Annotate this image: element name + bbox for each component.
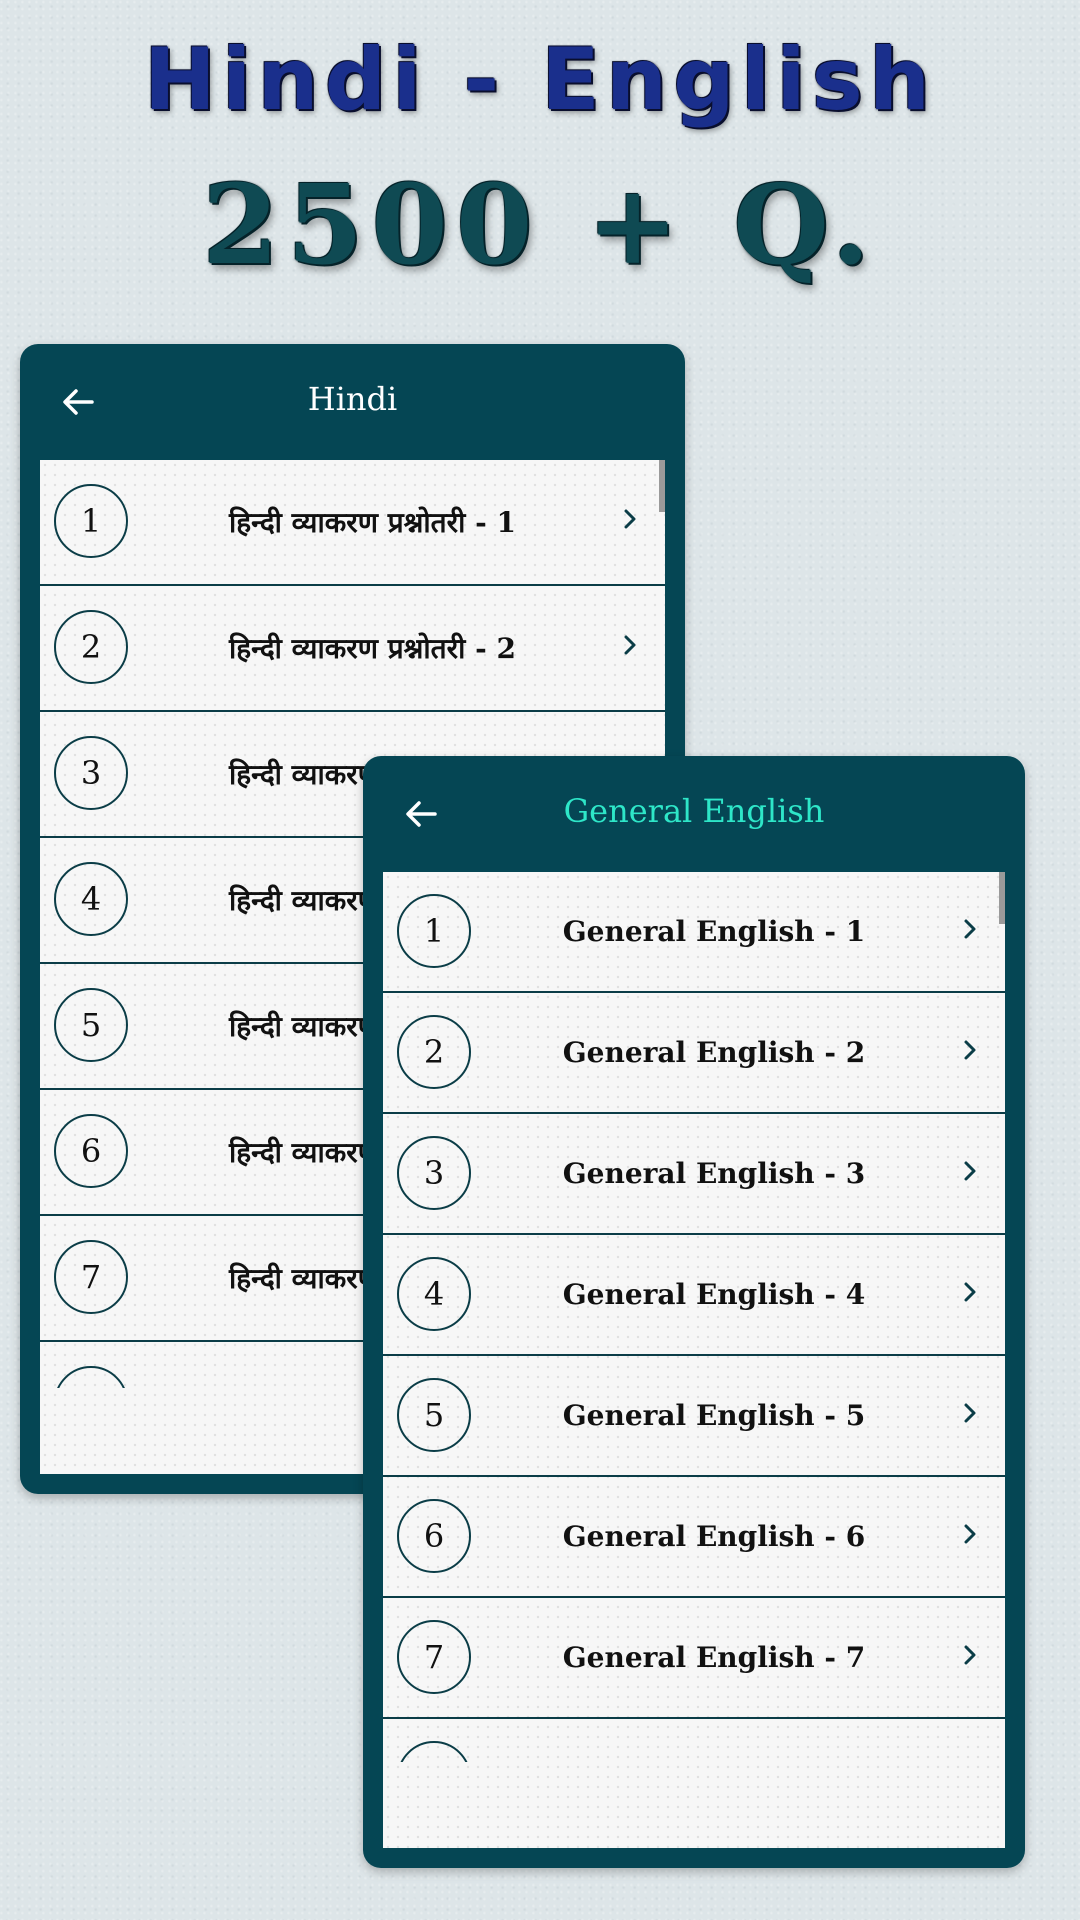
item-number-badge: 6 [397, 1499, 471, 1573]
chevron-right-icon [964, 1524, 976, 1544]
chevron-right-icon [964, 919, 976, 939]
hindi-list-scrollbar[interactable] [659, 460, 665, 512]
list-item[interactable]: 2 हिन्दी व्याकरण प्रश्नोतरी - 2 [40, 586, 665, 712]
item-number-badge: 2 [397, 1015, 471, 1089]
item-number-badge: 1 [397, 894, 471, 968]
item-number-badge: 3 [54, 736, 128, 810]
item-label: General English - 3 [562, 1157, 866, 1190]
chevron-right-icon [964, 1645, 976, 1665]
english-list-scrollbar[interactable] [999, 872, 1005, 924]
english-screen-title: General English [563, 792, 825, 830]
chevron-right-icon [624, 509, 636, 529]
item-label: General English - 1 [562, 915, 866, 948]
item-label: General English - 5 [562, 1399, 866, 1432]
item-number-badge: 8 [397, 1741, 471, 1762]
english-screen: General English 1 General English - 1 2 Gen… [363, 756, 1025, 1868]
item-label: हिन्दी व्याकरण प्रश्नोतरी - 1 [229, 506, 516, 539]
promo-title: Hindi - English [143, 30, 937, 130]
english-app-bar: General English [363, 756, 1025, 872]
list-item[interactable]: 4 General English - 4 [383, 1235, 1005, 1356]
promo-question-count: 2500 + Q. [202, 160, 878, 289]
item-number-badge: 2 [54, 610, 128, 684]
list-item[interactable]: 5 General English - 5 [383, 1356, 1005, 1477]
chevron-right-icon [964, 1161, 976, 1181]
list-item[interactable]: 1 General English - 1 [383, 872, 1005, 993]
list-item[interactable]: 6 General English - 6 [383, 1477, 1005, 1598]
item-number-badge: 7 [54, 1240, 128, 1314]
chevron-right-icon [624, 635, 636, 655]
item-number-badge: 5 [54, 988, 128, 1062]
list-item[interactable]: 8 General English - 8 [383, 1719, 1005, 1762]
item-number-badge: 3 [397, 1136, 471, 1210]
list-item[interactable]: 3 General English - 3 [383, 1114, 1005, 1235]
english-quiz-list[interactable]: 1 General English - 1 2 General English - 2… [383, 872, 1005, 1848]
item-label: General English - 8 [483, 1719, 945, 1762]
chevron-right-icon [964, 1040, 976, 1060]
hindi-app-bar: Hindi [20, 344, 685, 460]
chevron-right-icon [957, 1761, 983, 1762]
item-number-badge: 8 [54, 1366, 128, 1388]
list-item[interactable]: 2 General English - 2 [383, 993, 1005, 1114]
item-number-badge: 1 [54, 484, 128, 558]
list-item[interactable]: 1 हिन्दी व्याकरण प्रश्नोतरी - 1 [40, 460, 665, 586]
item-label: General English - 6 [562, 1520, 866, 1553]
item-label: General English - 2 [562, 1036, 866, 1069]
list-item[interactable]: 7 General English - 7 [383, 1598, 1005, 1719]
item-number-badge: 4 [397, 1257, 471, 1331]
hindi-screen-title: Hindi [307, 380, 398, 418]
item-label: General English - 4 [562, 1278, 866, 1311]
item-number-badge: 7 [397, 1620, 471, 1694]
chevron-right-icon [964, 1403, 976, 1423]
item-label: General English - 7 [562, 1641, 866, 1674]
item-label: हिन्दी व्याकरण प्रश्नोतरी - 2 [229, 632, 516, 665]
chevron-right-icon [964, 1282, 976, 1302]
item-number-badge: 4 [54, 862, 128, 936]
item-number-badge: 5 [397, 1378, 471, 1452]
item-number-badge: 6 [54, 1114, 128, 1188]
